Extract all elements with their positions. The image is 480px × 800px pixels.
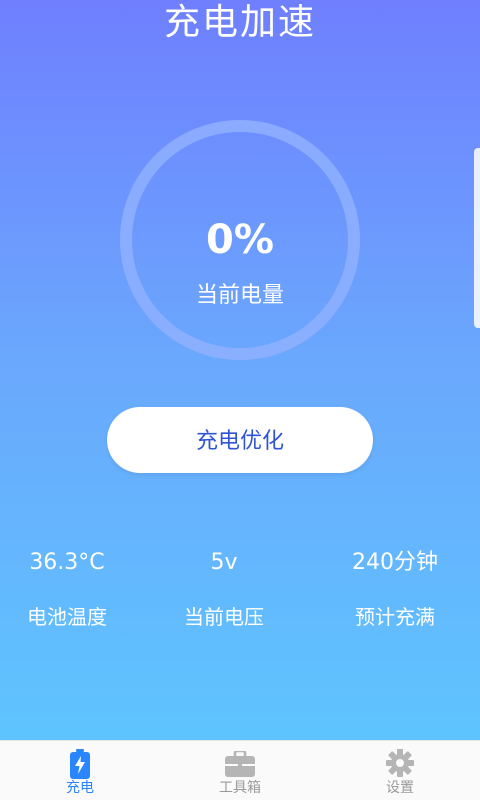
- stat-temperature-value: 36.3°C: [29, 550, 105, 575]
- stat-temperature-label: 电池温度: [27, 605, 107, 629]
- stat-full-time-label: 预计充满: [355, 605, 435, 629]
- toolbox-icon: [225, 751, 255, 777]
- stat-voltage-label: 当前电压: [184, 605, 264, 629]
- stat-voltage: 5v 当前电压: [164, 548, 284, 631]
- stat-temperature: 36.3°C 电池温度: [7, 548, 127, 631]
- charging-screen: 充电加速 0% 当前电量 充电优化 36.3°C 电池温度 5v 当前电压 24…: [0, 0, 480, 800]
- nav-item-toolbox[interactable]: 工具箱: [160, 741, 320, 800]
- charge-optimize-button[interactable]: 充电优化: [107, 407, 373, 473]
- battery-label: 当前电量: [195, 283, 284, 308]
- nav-label-toolbox: 工具箱: [219, 780, 261, 796]
- bottom-nav: 充电 工具箱 设置: [0, 740, 480, 800]
- page-title: 充电加速: [163, 2, 316, 43]
- stat-voltage-value: 5v: [210, 550, 238, 575]
- nav-item-settings[interactable]: 设置: [320, 741, 480, 800]
- battery-stats: 36.3°C 电池温度 5v 当前电压 240分钟 预计充满: [0, 548, 480, 648]
- battery-percent: 0%: [206, 217, 274, 263]
- gear-icon: [386, 749, 414, 777]
- scroll-indicator[interactable]: [474, 148, 480, 328]
- nav-label-charge: 充电: [66, 780, 94, 796]
- stat-full-time-value: 240分钟: [352, 550, 438, 575]
- battery-ring: 0% 当前电量: [120, 120, 360, 360]
- nav-item-charge[interactable]: 充电: [0, 741, 160, 800]
- nav-label-settings: 设置: [386, 780, 414, 796]
- stat-full-time: 240分钟 预计充满: [335, 548, 455, 631]
- battery-charging-icon: [70, 749, 90, 779]
